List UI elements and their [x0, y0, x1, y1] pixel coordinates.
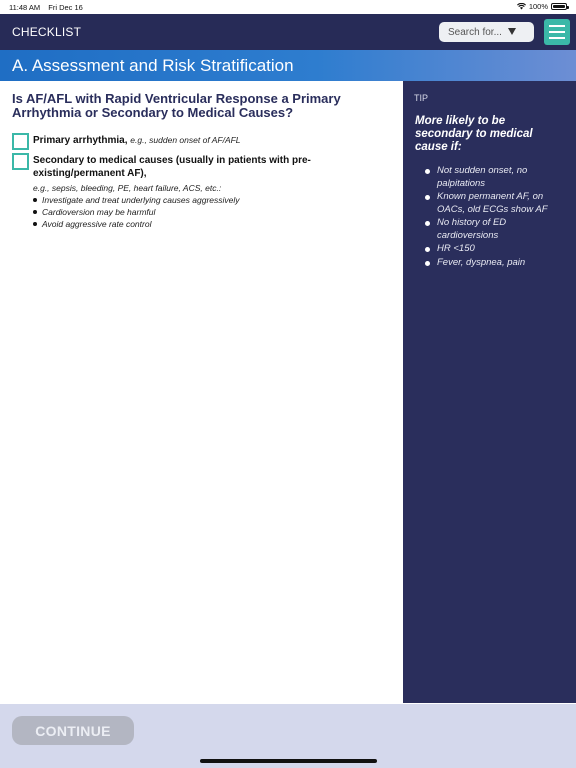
status-time: 11:48 AM [9, 3, 41, 12]
list-item: No history of ED cardioversions [425, 217, 565, 242]
hamburger-bar [549, 25, 565, 27]
tip-label: TIP [414, 93, 429, 103]
search-placeholder: Search for... [448, 27, 502, 38]
battery-percent: 100% [528, 2, 548, 11]
checkbox[interactable] [12, 133, 29, 150]
footer: CONTINUE [0, 704, 576, 768]
list-item: Cardioversion may be harmful [33, 206, 373, 218]
page-title: CHECKLIST [12, 25, 82, 39]
option-text: Secondary to medical causes (usually in … [33, 154, 333, 180]
tip-heading: More likely to be secondary to medical c… [415, 115, 533, 153]
list-item: Investigate and treat underlying causes … [33, 194, 373, 206]
status-right: 100% [516, 2, 569, 11]
status-bar: 11:48 AM Fri Dec 16 100% [0, 0, 576, 14]
app-screen: 11:48 AM Fri Dec 16 100% CHECKLIST Searc… [0, 0, 576, 768]
continue-button[interactable]: CONTINUE [12, 716, 134, 745]
question-heading: Is AF/AFL with Rapid Ventricular Respons… [12, 91, 341, 120]
section-title: A. Assessment and Risk Stratification [12, 56, 294, 75]
search-input[interactable]: Search for... [439, 22, 534, 42]
list-item: HR <150 [425, 243, 565, 256]
status-left: 11:48 AM Fri Dec 16 [9, 3, 89, 12]
list-item: Known permanent AF, on OACs, old ECGs sh… [425, 191, 565, 216]
menu-button[interactable] [544, 19, 570, 45]
option-text: Primary arrhythmia, e.g., sudden onset o… [33, 134, 333, 147]
secondary-example: e.g., sepsis, bleeding, PE, heart failur… [33, 183, 222, 193]
wifi-icon [516, 3, 526, 10]
battery-icon [551, 3, 569, 10]
status-date: Fri Dec 16 [48, 3, 83, 12]
list-item: Fever, dyspnea, pain [425, 257, 565, 270]
checkbox[interactable] [12, 153, 29, 170]
hamburger-bar [549, 37, 565, 39]
checklist-content: Is AF/AFL with Rapid Ventricular Respons… [0, 81, 403, 704]
tip-list: Not sudden onset, no palpitations Known … [425, 165, 565, 270]
list-item: Not sudden onset, no palpitations [425, 165, 565, 190]
option-label: Secondary to medical causes (usually in … [33, 155, 311, 179]
secondary-details: e.g., sepsis, bleeding, PE, heart failur… [33, 183, 373, 230]
home-indicator[interactable] [200, 759, 377, 763]
caret-down-icon [508, 28, 516, 35]
option-example: e.g., sudden onset of AF/AFL [130, 135, 241, 145]
hamburger-bar [549, 31, 565, 33]
section-banner: A. Assessment and Risk Stratification [0, 50, 576, 81]
option-label: Primary arrhythmia, [33, 135, 128, 146]
app-header: CHECKLIST Search for... [0, 14, 576, 50]
secondary-bullet-list: Investigate and treat underlying causes … [33, 194, 373, 230]
tip-panel: TIP More likely to be secondary to medic… [403, 81, 576, 703]
list-item: Avoid aggressive rate control [33, 218, 373, 230]
